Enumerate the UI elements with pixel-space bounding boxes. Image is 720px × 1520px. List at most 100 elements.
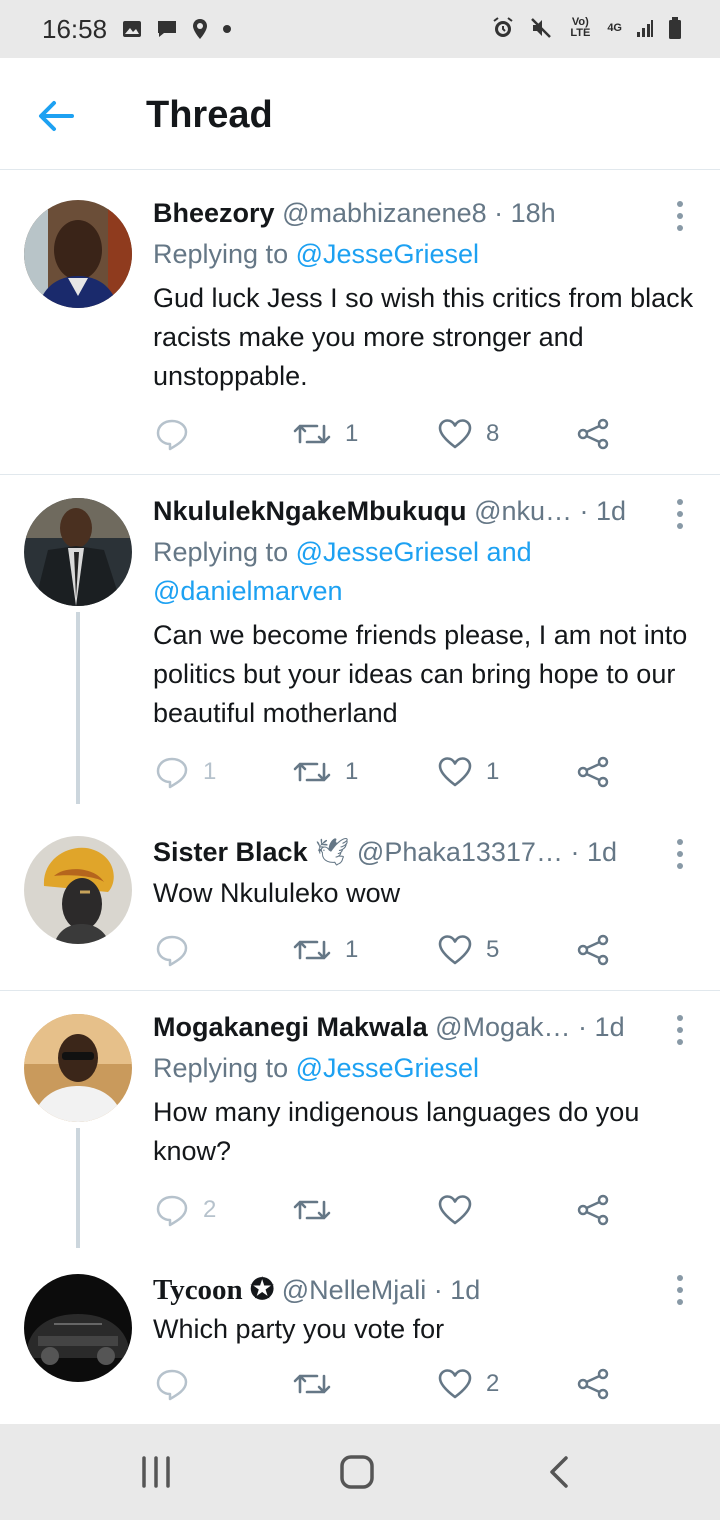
like-count: 2 xyxy=(486,1370,500,1397)
arrow-left-icon[interactable] xyxy=(34,94,78,138)
retweet-icon xyxy=(293,1374,331,1394)
alarm-icon xyxy=(493,17,513,37)
tweet-header: Sister Black 🕊 @Phaka13317… · 1d xyxy=(153,836,690,868)
user-name[interactable]: Sister Black xyxy=(153,837,308,867)
tweet[interactable]: Sister Black 🕊 @Phaka13317… · 1d Wow Nku… xyxy=(0,818,720,990)
share-icon xyxy=(577,756,609,788)
reply-button[interactable]: 2 xyxy=(155,1190,216,1230)
recent-apps-icon[interactable] xyxy=(140,1454,172,1490)
like-button[interactable] xyxy=(438,1190,486,1230)
tweet-actions: 2 xyxy=(153,1190,623,1230)
divider xyxy=(0,474,720,475)
tweet-text: How many indigenous languages do you kno… xyxy=(153,1097,640,1166)
share-button[interactable] xyxy=(577,1190,609,1230)
tweet[interactable]: Bheezory @mabhizanene8 · 18h Replying to… xyxy=(0,178,720,474)
like-button[interactable]: 1 xyxy=(438,752,499,792)
mention-link[interactable]: @JesseGriesel xyxy=(296,1053,479,1083)
tweet-meta: @mabhizanene8 · 18h xyxy=(282,198,556,228)
reply-button[interactable]: 1 xyxy=(155,752,216,792)
share-icon xyxy=(577,1194,609,1226)
retweet-button[interactable] xyxy=(293,1190,345,1230)
dot-icon xyxy=(223,25,231,33)
avatar[interactable] xyxy=(24,1274,132,1382)
tweet-header: NkululekNgakeMbukuqu @nku… · 1d xyxy=(153,496,690,527)
share-button[interactable] xyxy=(577,1364,609,1404)
retweet-icon xyxy=(293,424,331,444)
battery-icon xyxy=(669,17,681,39)
reply-button[interactable] xyxy=(155,1364,203,1404)
avatar[interactable] xyxy=(24,836,132,944)
like-button[interactable]: 2 xyxy=(438,1364,499,1404)
reply-icon xyxy=(156,757,188,789)
reply-button[interactable] xyxy=(155,414,203,454)
divider xyxy=(0,990,720,991)
reply-icon xyxy=(156,1369,188,1401)
more-vertical-icon[interactable] xyxy=(674,1274,686,1306)
reply-button[interactable] xyxy=(155,930,203,970)
replying-prefix: Replying to xyxy=(153,239,296,269)
more-vertical-icon[interactable] xyxy=(674,498,686,530)
message-icon xyxy=(158,21,176,37)
heart-icon xyxy=(438,757,472,787)
tweet-meta: @NelleMjali · 1d xyxy=(281,1275,481,1305)
like-count: 8 xyxy=(486,420,500,447)
retweet-button[interactable]: 1 xyxy=(293,414,358,454)
heart-icon xyxy=(438,1195,472,1225)
thread-line xyxy=(76,1128,80,1248)
tweet-meta: @Mogak… · 1d xyxy=(435,1012,625,1042)
share-button[interactable] xyxy=(577,752,609,792)
user-name[interactable]: Mogakanegi Makwala xyxy=(153,1012,428,1042)
tweet-text: Gud luck Jess I so wish this critics fro… xyxy=(153,283,694,391)
status-time: 16:58 xyxy=(42,14,108,44)
retweet-button[interactable]: 1 xyxy=(293,930,358,970)
retweet-icon xyxy=(293,1200,331,1220)
back-icon[interactable] xyxy=(546,1454,574,1490)
status-bar: 16:58 Vo) LTE 4G xyxy=(0,0,720,58)
thread-line xyxy=(76,612,80,804)
retweet-button[interactable] xyxy=(293,1364,345,1404)
reply-icon xyxy=(156,419,188,451)
tweet-header: Mogakanegi Makwala @Mogak… · 1d xyxy=(153,1012,690,1043)
share-icon xyxy=(577,934,609,966)
tweet-actions: 1 8 xyxy=(153,414,623,454)
tweet-header: Tycoon ✪ @NelleMjali · 1d xyxy=(153,1272,690,1307)
tweet[interactable]: Mogakanegi Makwala @Mogak… · 1d Replying… xyxy=(0,992,720,1248)
dove-emoji: 🕊 xyxy=(315,837,350,867)
like-count: 5 xyxy=(486,936,500,963)
signal-icon xyxy=(637,20,653,37)
location-icon xyxy=(193,19,207,39)
tweet-meta: @nku… · 1d xyxy=(474,496,627,526)
user-name[interactable]: Tycoon ✪ xyxy=(153,1274,274,1306)
retweet-count: 1 xyxy=(345,758,359,785)
system-nav-bar xyxy=(0,1424,720,1520)
user-name[interactable]: Bheezory xyxy=(153,198,275,228)
share-button[interactable] xyxy=(577,414,609,454)
retweet-count: 1 xyxy=(345,936,359,963)
user-name[interactable]: NkululekNgakeMbukuqu xyxy=(153,496,467,526)
more-vertical-icon[interactable] xyxy=(674,838,686,870)
avatar[interactable] xyxy=(24,200,132,308)
replying-prefix: Replying to xyxy=(153,537,296,567)
share-button[interactable] xyxy=(577,930,609,970)
image-icon xyxy=(123,21,141,37)
status-right-icons: Vo) LTE 4G xyxy=(491,16,682,40)
like-button[interactable]: 5 xyxy=(438,930,499,970)
avatar[interactable] xyxy=(24,1014,132,1122)
tweet-actions: 1 1 1 xyxy=(153,752,623,792)
avatar[interactable] xyxy=(24,498,132,606)
reply-count: 2 xyxy=(203,1196,217,1223)
tweet-text: Wow Nkululeko wow xyxy=(153,878,401,908)
more-vertical-icon[interactable] xyxy=(674,200,686,232)
tweet-text: Can we become friends please, I am not i… xyxy=(153,620,688,728)
home-icon[interactable] xyxy=(338,1454,376,1490)
replying-to: Replying to @JesseGriesel and @danielmar… xyxy=(153,533,583,611)
mention-link[interactable]: @JesseGriesel xyxy=(296,239,479,269)
more-vertical-icon[interactable] xyxy=(674,1014,686,1046)
like-count: 1 xyxy=(486,758,500,785)
heart-icon xyxy=(438,935,472,965)
tweet[interactable]: Tycoon ✪ @NelleMjali · 1d Which party yo… xyxy=(0,1256,720,1422)
status-left-icons xyxy=(122,18,232,40)
retweet-button[interactable]: 1 xyxy=(293,752,358,792)
replying-prefix: Replying to xyxy=(153,1053,296,1083)
like-button[interactable]: 8 xyxy=(438,414,499,454)
